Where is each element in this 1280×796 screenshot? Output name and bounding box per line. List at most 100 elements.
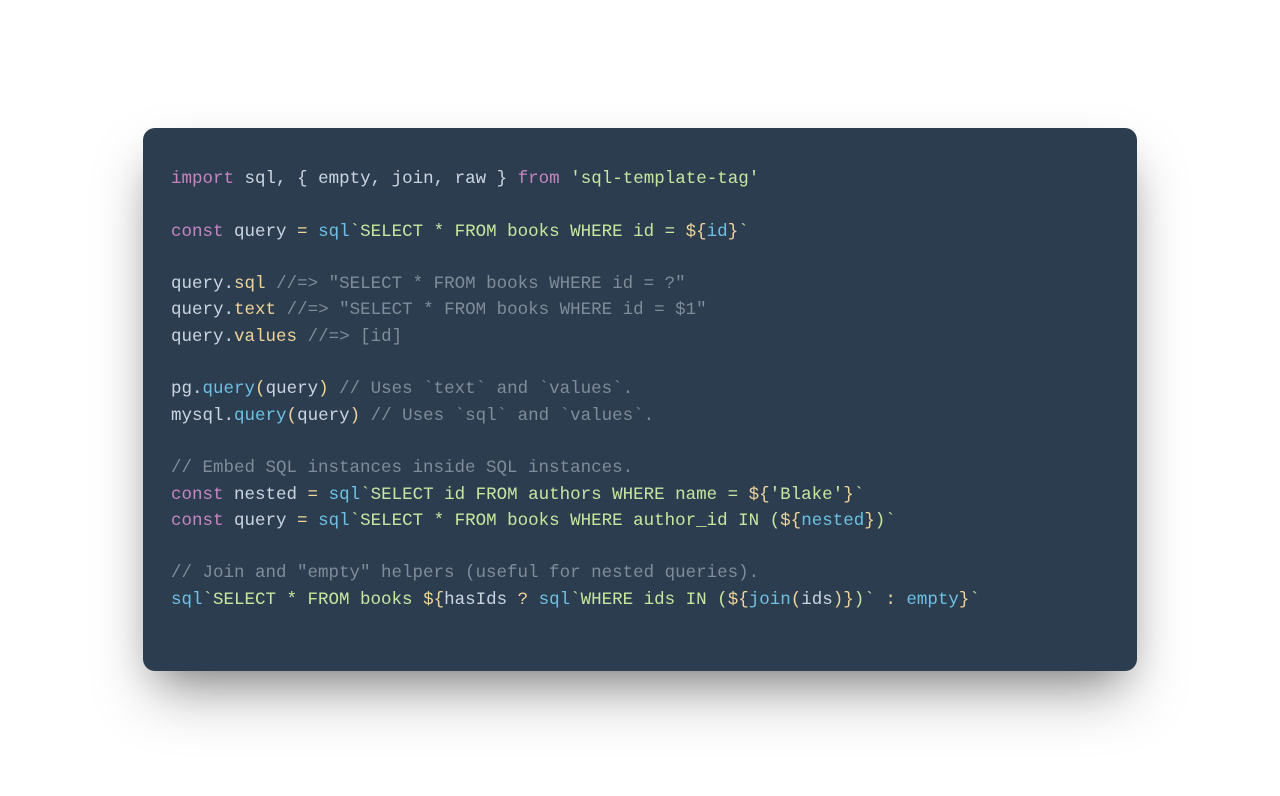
identifier: nested [234,485,297,505]
code-card: import sql, { empty, join, raw } from 's… [143,128,1137,671]
paren-close: ) [833,590,844,610]
template-sql: WHERE ids IN ( [581,590,728,610]
arg: ids [801,590,833,610]
fn-sql: sql [318,222,350,242]
paren-open: ( [791,590,802,610]
code-line: import sql, { empty, join, raw } from 's… [171,169,759,189]
fn-query: query [234,406,287,426]
backtick: ` [969,590,980,610]
keyword-const: const [171,485,224,505]
code-line: // Join and "empty" helpers (useful for … [171,563,759,583]
fn-sql: sql [318,511,350,531]
space [224,485,235,505]
identifier: query [234,222,287,242]
comment: //=> [id] [308,327,403,347]
code-line: sql`SELECT * FROM books ${hasIds ? sql`W… [171,590,980,610]
fn-sql: sql [171,590,203,610]
code-line: mysql.query(query) // Uses `sql` and `va… [171,406,654,426]
template-interp-open: ${ [686,222,707,242]
template-interp-open: ${ [749,485,770,505]
variable: hasIds [444,590,507,610]
keyword-const: const [171,222,224,242]
template-interp-close: } [728,222,739,242]
identifier: mysql [171,406,224,426]
template-sql: ) [875,511,886,531]
space [224,511,235,531]
comment: //=> "SELECT * FROM books WHERE id = ?" [276,274,686,294]
fn-join: join [749,590,791,610]
template-interp-open: ${ [780,511,801,531]
fn-query: query [203,379,256,399]
space [297,327,308,347]
dot: . [192,379,203,399]
keyword-from: from [518,169,560,189]
template-sql: SELECT * FROM books [213,590,423,610]
identifier: sql [245,169,277,189]
brace: { [297,169,318,189]
space [560,169,571,189]
paren-open: ( [287,406,298,426]
code-line: query.text //=> "SELECT * FROM books WHE… [171,300,707,320]
template-sql: SELECT * FROM books WHERE id = [360,222,686,242]
property: sql [234,274,266,294]
arg: query [297,406,350,426]
operator-eq: = [287,511,319,531]
template-interp-close: } [959,590,970,610]
dot: . [224,300,235,320]
property: values [234,327,297,347]
space [224,222,235,242]
dot: . [224,274,235,294]
string: 'Blake' [770,485,844,505]
fn-sql: sql [539,590,571,610]
code-line: const query = sql`SELECT * FROM books WH… [171,511,896,531]
identifier: query [171,327,224,347]
code-line: pg.query(query) // Uses `text` and `valu… [171,379,633,399]
template-sql: ) [854,590,865,610]
comment: // Embed SQL instances inside SQL instan… [171,458,633,478]
template-interp-close: } [864,511,875,531]
template-interp-close: } [843,485,854,505]
code-line: const query = sql`SELECT * FROM books WH… [171,222,749,242]
paren-close: ) [318,379,329,399]
paren-close: ) [350,406,361,426]
arg: query [266,379,319,399]
comment: // Join and "empty" helpers (useful for … [171,563,759,583]
paren-open: ( [255,379,266,399]
backtick: ` [350,511,361,531]
variable: id [707,222,728,242]
string: 'sql-template-tag' [570,169,759,189]
space [360,406,371,426]
dot: . [224,327,235,347]
backtick: ` [360,485,371,505]
dot: . [224,406,235,426]
code-block: import sql, { empty, join, raw } from 's… [171,166,1109,613]
code-line: const nested = sql`SELECT id FROM author… [171,485,864,505]
identifier: pg [171,379,192,399]
variable: nested [801,511,864,531]
backtick: ` [885,511,896,531]
punct: , [276,169,297,189]
comment: // Uses `text` and `values`. [339,379,633,399]
backtick: ` [854,485,865,505]
brace: } [486,169,518,189]
keyword-const: const [171,511,224,531]
template-sql: SELECT * FROM books WHERE author_id IN ( [360,511,780,531]
fn-sql: sql [329,485,361,505]
space [266,274,277,294]
backtick: ` [738,222,749,242]
identifier-empty: empty [906,590,959,610]
punct: , [371,169,392,189]
space [329,379,340,399]
ternary: ? [507,590,539,610]
code-line: query.sql //=> "SELECT * FROM books WHER… [171,274,686,294]
identifier: query [234,511,287,531]
backtick: ` [350,222,361,242]
comment: // Uses `sql` and `values`. [371,406,655,426]
template-interp-open: ${ [728,590,749,610]
operator-eq: = [297,485,329,505]
keyword-import: import [171,169,234,189]
ternary: : [875,590,907,610]
backtick: ` [570,590,581,610]
space [276,300,287,320]
identifier: query [171,274,224,294]
